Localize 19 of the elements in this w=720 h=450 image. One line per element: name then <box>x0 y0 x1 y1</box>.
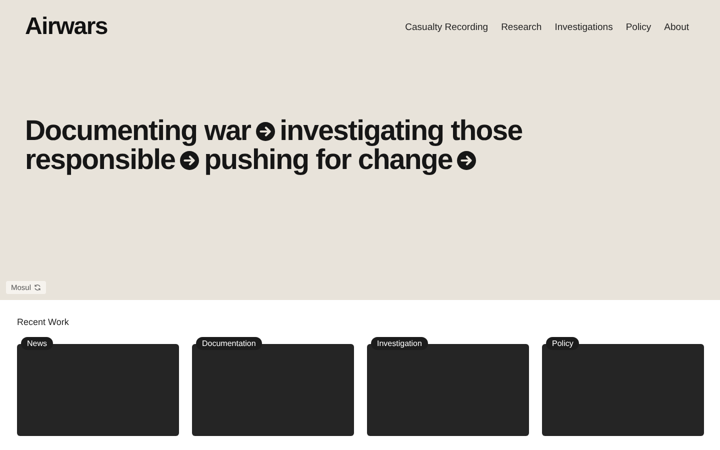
nav-link[interactable]: Casualty Recording <box>405 22 488 32</box>
nav-link[interactable]: Policy <box>626 22 652 32</box>
category-tag: Investigation <box>371 337 428 350</box>
arrow-right-icon <box>256 122 275 141</box>
category-tag: News <box>21 337 54 350</box>
headline-text: investigating those <box>280 117 522 146</box>
nav-link[interactable]: Investigations <box>554 22 613 32</box>
logo[interactable]: Airwars <box>25 13 108 41</box>
headline-text: Documenting war <box>25 117 251 146</box>
nav-link[interactable]: Research <box>501 22 542 32</box>
category-tag: Documentation <box>196 337 262 350</box>
headline-text: responsible <box>25 146 176 175</box>
arrow-right-icon <box>457 151 476 170</box>
section-title: Recent Work <box>17 317 70 327</box>
headline-text: pushing for change <box>204 146 452 175</box>
nav-link[interactable]: About <box>664 22 689 32</box>
refresh-icon <box>34 284 42 291</box>
category-tag: Policy <box>546 337 580 350</box>
arrow-right-icon <box>180 151 200 170</box>
